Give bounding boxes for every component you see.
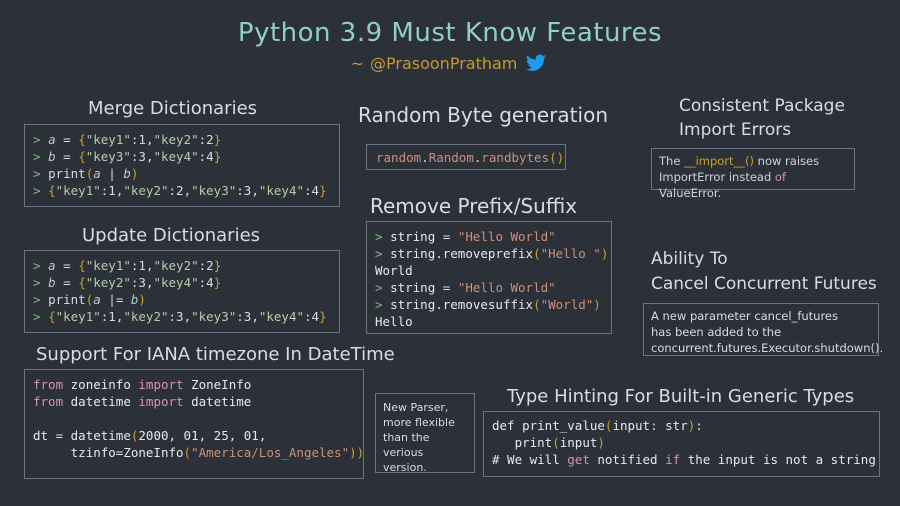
code-line: > {"key1":1,"key2":2,"key3":3,"key4":4} (33, 183, 327, 198)
heading-cancel-futures-line2: Cancel Concurrent Futures (651, 274, 877, 294)
heading-cancel-futures-line1: Ability To (651, 249, 728, 269)
code-line: > b = {"key2":3,"key4":4} (33, 275, 222, 290)
heading-import-errors-line1: Consistent Package (679, 96, 845, 116)
heading-remove-prefix-suffix: Remove Prefix/Suffix (370, 194, 578, 218)
twitter-handle[interactable]: @PrasoonPratham (370, 54, 517, 73)
code-block-update-dictionaries: > a = {"key1":1,"key2":2} > b = {"key2":… (24, 250, 340, 333)
code-line: # We will get notified if the input is n… (492, 452, 876, 467)
heading-import-errors-line2: Import Errors (679, 120, 792, 140)
heading-random-bytes: Random Byte generation (358, 103, 608, 127)
note-line: more flexible (383, 416, 455, 429)
code-line: from zoneinfo import ZoneInfo (33, 377, 252, 392)
code-line: > string = "Hello World" (375, 229, 556, 244)
page-title: Python 3.9 Must Know Features (237, 18, 663, 48)
code-line: dt = datetime(2000, 01, 25, 01, (33, 428, 267, 443)
byline: ~ @PrasoonPratham (0, 52, 900, 74)
code-line: > b = {"key3":3,"key4":4} (33, 149, 222, 164)
code-line: Hello (375, 314, 413, 329)
code-block-merge-dictionaries: > a = {"key1":1,"key2":2} > b = {"key3":… (24, 124, 340, 207)
twitter-bird-icon (523, 52, 549, 74)
heading-merge-dictionaries: Merge Dictionaries (88, 98, 258, 119)
code-line: > a = {"key1":1,"key2":2} (33, 258, 222, 273)
note-line: The __import__() now raises (659, 154, 820, 168)
code-line: > print(a |= b) (33, 292, 146, 307)
note-line: concurrent.futures.Executor.shutdown(). (651, 341, 884, 355)
poster-canvas: Python 3.9 Must Know Features ~ @Prasoon… (0, 0, 900, 506)
code-block-remove-prefix-suffix: > string = "Hello World" > string.remove… (366, 221, 612, 334)
code-line: print(input) (514, 435, 605, 450)
code-line: World (375, 263, 413, 278)
code-line: from datetime import datetime (33, 394, 252, 409)
code-line: tzinfo=ZoneInfo("America/Los_Angeles")) (70, 445, 365, 460)
code-block-type-hinting: def print_value(input: str): print(input… (483, 411, 880, 477)
note-line: verious version. (383, 446, 427, 474)
note-cancel-futures: A new parameter cancel_futures has been … (643, 303, 884, 356)
note-new-parser: New Parser, more flexible than the verio… (375, 393, 475, 474)
note-import-errors: The __import__() now raises ImportError … (651, 148, 855, 200)
code-line: > print(a | b) (33, 166, 139, 181)
code-line: > {"key1":1,"key2":3,"key3":3,"key4":4} (33, 309, 327, 324)
heading-type-hinting: Type Hinting For Built-in Generic Types (507, 386, 855, 407)
code-block-iana-timezone: from zoneinfo import ZoneInfo from datet… (24, 369, 364, 479)
code-line: random.Random.randbytes() (376, 150, 565, 165)
note-line: New Parser, (383, 401, 449, 414)
heading-iana-timezone: Support For IANA timezone In DateTime (36, 344, 395, 365)
code-line: > string = "Hello World" (375, 280, 556, 295)
code-line: > string.removesuffix("World") (375, 297, 601, 312)
byline-tilde: ~ (350, 53, 365, 73)
note-line: has been added to the (651, 325, 782, 339)
note-line: ImportError instead of ValueError. (659, 170, 787, 200)
heading-update-dictionaries: Update Dictionaries (82, 225, 261, 246)
code-line: def print_value(input: str): (492, 418, 703, 433)
code-line: > string.removeprefix("Hello ") (375, 246, 609, 261)
code-line: > a = {"key1":1,"key2":2} (33, 132, 222, 147)
code-block-random-bytes: random.Random.randbytes() (366, 144, 566, 170)
note-line: A new parameter cancel_futures (651, 309, 838, 323)
note-line: than the (383, 431, 430, 444)
